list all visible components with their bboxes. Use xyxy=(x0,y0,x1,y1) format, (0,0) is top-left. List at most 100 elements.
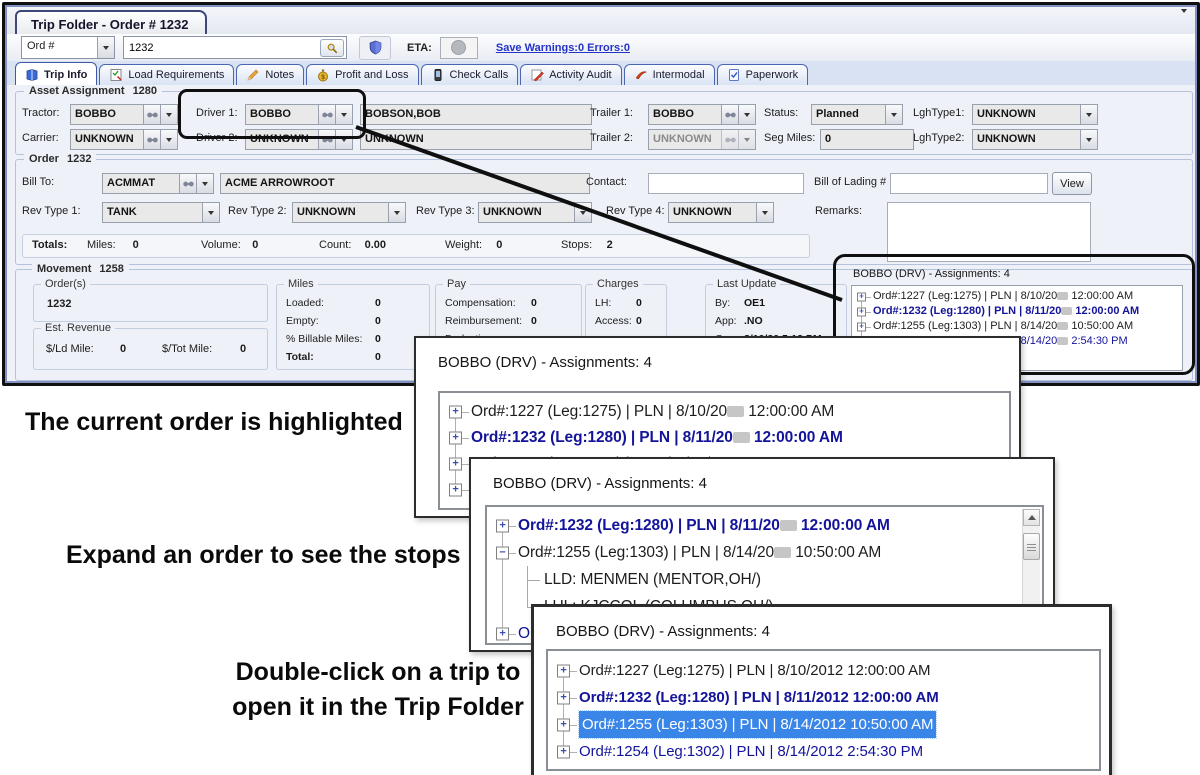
binoculars-icon[interactable] xyxy=(318,105,335,124)
expand-plus-icon[interactable]: + xyxy=(449,432,462,445)
expand-plus-icon[interactable]: + xyxy=(557,745,570,758)
expand-plus-icon[interactable]: + xyxy=(857,322,866,331)
rev-type3-combo[interactable]: UNKNOWN xyxy=(478,202,592,223)
tab-paperwork[interactable]: Paperwork xyxy=(717,64,809,85)
status-combo[interactable]: Planned xyxy=(811,104,903,125)
chevron-down-icon[interactable] xyxy=(1080,130,1097,149)
expand-plus-icon[interactable]: + xyxy=(857,307,866,316)
tractor-combo[interactable]: BOBBO xyxy=(70,104,178,125)
assignment-row[interactable]: LLD: MENMEN (MENTOR,OH/) xyxy=(487,566,1042,593)
bill-of-lading-input[interactable] xyxy=(891,174,1047,193)
chevron-down-icon[interactable] xyxy=(885,105,902,124)
tab-profit-and-loss[interactable]: $Profit and Loss xyxy=(306,64,418,85)
expand-plus-icon[interactable]: + xyxy=(449,484,462,497)
driver1-combo[interactable]: BOBBO xyxy=(245,104,353,125)
expand-plus-icon[interactable]: + xyxy=(496,519,509,532)
tab-load-requirements[interactable]: Load Requirements xyxy=(99,64,234,85)
chevron-down-icon[interactable] xyxy=(160,105,177,124)
search-icon[interactable] xyxy=(320,39,344,57)
rev-type3-label: Rev Type 3: xyxy=(416,205,475,217)
rev-type1-combo[interactable]: TANK xyxy=(102,202,220,223)
assignment-row[interactable]: + Ord#:1255 (Leg:1303) | PLN | 8/14/2012 … xyxy=(548,711,1099,738)
annotation-double-click: Double-click on a trip to open it in the… xyxy=(222,655,534,725)
redacted-year xyxy=(727,406,744,417)
chevron-down-icon[interactable] xyxy=(196,174,213,193)
binoculars-icon[interactable] xyxy=(143,130,160,149)
carrier-combo[interactable]: UNKNOWN xyxy=(70,129,178,150)
trailer1-combo[interactable]: BOBBO xyxy=(648,104,756,125)
assignment-row[interactable]: +Ord#:1255 (Leg:1303) | PLN | 8/14/20 10… xyxy=(852,319,1182,334)
collapse-minus-icon[interactable]: − xyxy=(496,546,509,559)
tab-activity-audit[interactable]: Activity Audit xyxy=(520,64,621,85)
asset-assignment-group: Asset Assignment1280 Tractor: BOBBO Driv… xyxy=(15,91,1193,155)
save-warnings-link[interactable]: Save Warnings:0 Errors:0 xyxy=(496,42,630,54)
orders-value: 1232 xyxy=(47,298,71,310)
expand-plus-icon[interactable]: + xyxy=(449,406,462,419)
kv-label: Empty: xyxy=(286,315,319,327)
driver2-combo[interactable]: UNKNOWN xyxy=(245,129,353,150)
chevron-down-icon[interactable] xyxy=(1080,105,1097,124)
assignment-row[interactable]: +Ord#:1227 (Leg:1275) | PLN | 8/10/20 12… xyxy=(852,289,1182,304)
assignment-row[interactable]: +Ord#:1232 (Leg:1280) | PLN | 8/11/2012 … xyxy=(548,684,1099,711)
assignment-row[interactable]: +Ord#:1232 (Leg:1280) | PLN | 8/11/20 12… xyxy=(487,512,1042,539)
assignment-row[interactable]: +Ord#:1227 (Leg:1275) | PLN | 8/10/2012 … xyxy=(548,657,1099,684)
lghtype1-label: LghType1: xyxy=(913,107,964,119)
rev-type2-combo[interactable]: UNKNOWN xyxy=(292,202,406,223)
kv-row: App:.NO xyxy=(706,313,846,331)
expand-plus-icon[interactable]: + xyxy=(557,691,570,704)
assignment-row[interactable]: +Ord#:1254 (Leg:1302) | PLN | 8/14/2012 … xyxy=(548,738,1099,765)
assignment-row[interactable]: +Ord#:1227 (Leg:1275) | PLN | 8/10/20 12… xyxy=(440,399,1009,425)
expand-plus-icon[interactable]: + xyxy=(449,458,462,471)
search-field-selector-value: Ord # xyxy=(22,37,97,58)
remarks-textarea[interactable] xyxy=(887,202,1091,262)
kv-label: Compensation: xyxy=(445,297,516,309)
rev-type4-combo[interactable]: UNKNOWN xyxy=(668,202,774,223)
chevron-down-icon[interactable] xyxy=(574,203,591,222)
tab-check-calls[interactable]: Check Calls xyxy=(421,64,519,85)
assignment-row[interactable]: +Ord#:1232 (Leg:1280) | PLN | 8/11/20 12… xyxy=(852,304,1182,319)
assignment-row[interactable]: +Ord#:1232 (Leg:1280) | PLN | 8/11/20 12… xyxy=(440,425,1009,451)
tree-dash xyxy=(570,698,577,699)
binoculars-icon[interactable] xyxy=(179,174,196,193)
binoculars-icon[interactable] xyxy=(143,105,160,124)
view-button[interactable]: View xyxy=(1052,172,1092,195)
tab-trip-info[interactable]: Trip Info xyxy=(15,62,97,86)
chevron-down-icon[interactable] xyxy=(388,203,405,222)
chevron-down-icon[interactable] xyxy=(756,203,773,222)
bill-to-combo[interactable]: ACMMAT xyxy=(102,173,214,194)
expand-plus-icon[interactable]: + xyxy=(857,292,866,301)
expand-plus-icon[interactable]: + xyxy=(496,627,509,640)
search-field-selector[interactable]: Ord # xyxy=(21,36,115,59)
tab-overflow-arrow-icon[interactable] xyxy=(1181,13,1187,31)
chevron-down-icon[interactable] xyxy=(738,105,755,124)
chevron-down-icon[interactable] xyxy=(97,37,114,58)
assignments-popup3-tree: +Ord#:1227 (Leg:1275) | PLN | 8/10/2012 … xyxy=(546,649,1101,771)
binoculars-icon[interactable] xyxy=(318,130,335,149)
lghtype2-combo[interactable]: UNKNOWN xyxy=(972,129,1098,150)
expand-plus-icon[interactable]: + xyxy=(557,718,570,731)
lghtype1-combo[interactable]: UNKNOWN xyxy=(972,104,1098,125)
binoculars-icon[interactable] xyxy=(721,105,738,124)
order-search-input[interactable] xyxy=(124,37,346,58)
kv-label: Access: xyxy=(595,315,632,327)
tab-strip: Trip Info Load RequirementsNotes$Profit a… xyxy=(7,61,1195,86)
chevron-down-icon[interactable] xyxy=(160,130,177,149)
contact-input[interactable] xyxy=(649,174,803,193)
assignment-row[interactable]: −Ord#:1255 (Leg:1303) | PLN | 8/14/20 10… xyxy=(487,539,1042,566)
tab-notes[interactable]: Notes xyxy=(236,64,304,85)
tab-intermodal[interactable]: Intermodal xyxy=(624,64,715,85)
trailer2-combo[interactable]: UNKNOWN xyxy=(648,129,756,150)
chevron-down-icon[interactable] xyxy=(202,203,219,222)
trailer1-label: Trailer 1: xyxy=(590,107,633,119)
tab-label: Trip Info xyxy=(44,69,87,81)
tree-dash xyxy=(462,438,469,439)
est-revenue-label: Est. Revenue xyxy=(41,322,115,334)
chevron-down-icon[interactable] xyxy=(335,105,352,124)
shield-icon[interactable] xyxy=(359,36,391,60)
window-title-tab[interactable]: Trip Folder - Order # 1232 xyxy=(15,10,207,36)
assignment-row-text: Ord#:1255 (Leg:1303) | PLN | 8/14/2012 1… xyxy=(579,711,936,738)
chevron-down-icon[interactable] xyxy=(335,130,352,149)
seg-miles-field: 0 xyxy=(820,129,914,150)
kv-row: LH:0 xyxy=(586,295,666,313)
expand-plus-icon[interactable]: + xyxy=(557,664,570,677)
